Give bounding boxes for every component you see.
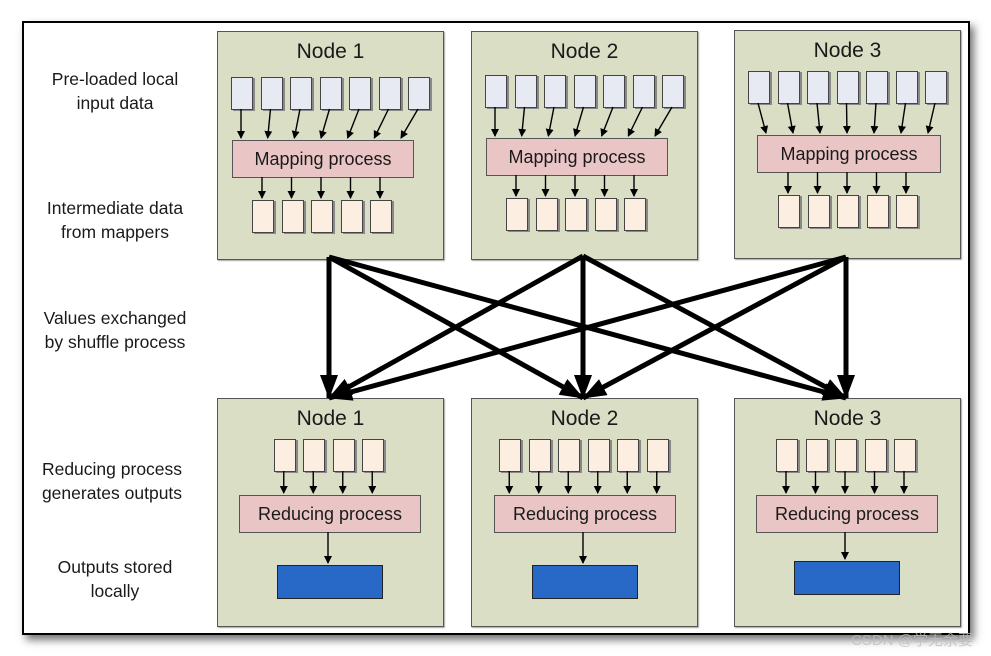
node-title: Node 2 <box>550 407 619 430</box>
label-reducing: Reducing process generates outputs <box>41 459 183 503</box>
mapping-process-box: Mapping process <box>486 138 668 176</box>
node-title: Node 1 <box>296 407 365 430</box>
intermediate-data-block <box>252 200 274 233</box>
label-intermediate-data: Intermediate data from mappers <box>46 198 184 242</box>
node-title: Node 2 <box>550 40 619 63</box>
reducer-input-block <box>528 439 551 472</box>
input-data-block <box>231 77 253 110</box>
input-data-block <box>408 77 430 110</box>
intermediate-data-block <box>866 195 889 228</box>
input-data-block <box>925 71 947 104</box>
reducing-process-box: Reducing process <box>756 495 938 533</box>
reducer-input-block <box>835 439 857 472</box>
intermediate-data-block <box>594 198 617 231</box>
intermediate-data-block <box>807 195 830 228</box>
intermediate-data-block <box>778 195 800 228</box>
map-node-1: Node 1 Mapping process <box>217 31 444 260</box>
input-data-block <box>748 71 770 104</box>
reducer-input-block <box>864 439 887 472</box>
input-data-block <box>603 75 625 108</box>
reducer-input-block <box>273 439 296 472</box>
input-data-block <box>290 77 312 110</box>
reducer-input-block <box>587 439 610 472</box>
map-node-3: Node 3 Mapping process <box>734 30 961 259</box>
input-data-block <box>836 71 859 104</box>
reduce-node-3: Node 3 Reducing process <box>734 398 961 627</box>
output-block <box>794 561 900 595</box>
input-data-block <box>378 77 401 110</box>
node-title: Node 1 <box>296 40 365 63</box>
node-title: Node 3 <box>813 39 882 62</box>
reducer-input-block <box>303 439 326 472</box>
mapping-process-box: Mapping process <box>232 140 414 178</box>
output-block <box>277 565 383 599</box>
reducer-input-block <box>805 439 828 472</box>
intermediate-data-block <box>565 198 587 231</box>
input-data-block <box>544 75 566 108</box>
intermediate-data-block <box>535 198 558 231</box>
input-data-block <box>895 71 918 104</box>
intermediate-data-block <box>281 200 304 233</box>
input-data-block <box>866 71 888 104</box>
intermediate-data-block <box>896 195 918 228</box>
input-data-block <box>514 75 537 108</box>
reduce-node-2: Node 2 Reducing process <box>471 398 698 627</box>
reducing-process-box: Reducing process <box>494 495 676 533</box>
reducer-input-block <box>646 439 669 472</box>
input-data-block <box>807 71 829 104</box>
reducer-input-block <box>332 439 355 472</box>
node-title: Node 3 <box>813 407 882 430</box>
input-data-block <box>485 75 507 108</box>
reducer-input-block <box>617 439 640 472</box>
label-shuffle: Values exchanged by shuffle process <box>43 308 187 352</box>
intermediate-data-block <box>837 195 859 228</box>
watermark: CSDN @学无余要 <box>851 632 973 649</box>
intermediate-data-block <box>624 198 646 231</box>
reducer-input-block <box>558 439 581 472</box>
input-data-block <box>319 77 342 110</box>
reduce-node-1: Node 1 Reducing process <box>217 398 444 627</box>
input-data-block <box>777 71 800 104</box>
reducer-input-block <box>499 439 522 472</box>
intermediate-data-block <box>311 200 333 233</box>
mapping-process-box: Mapping process <box>757 135 941 173</box>
input-data-block <box>349 77 371 110</box>
input-data-block <box>573 75 596 108</box>
output-block <box>532 565 638 599</box>
intermediate-data-block <box>370 200 392 233</box>
intermediate-data-block <box>506 198 528 231</box>
reducer-input-block <box>894 439 916 472</box>
input-data-block <box>662 75 684 108</box>
label-outputs: Outputs stored locally <box>57 557 173 601</box>
reducing-process-box: Reducing process <box>239 495 421 533</box>
input-data-block <box>260 77 283 110</box>
label-input-data: Pre-loaded local input data <box>51 69 179 113</box>
map-node-2: Node 2 Mapping process <box>471 31 698 260</box>
reducer-input-block <box>776 439 798 472</box>
reducer-input-block <box>362 439 385 472</box>
input-data-block <box>632 75 655 108</box>
intermediate-data-block <box>340 200 363 233</box>
